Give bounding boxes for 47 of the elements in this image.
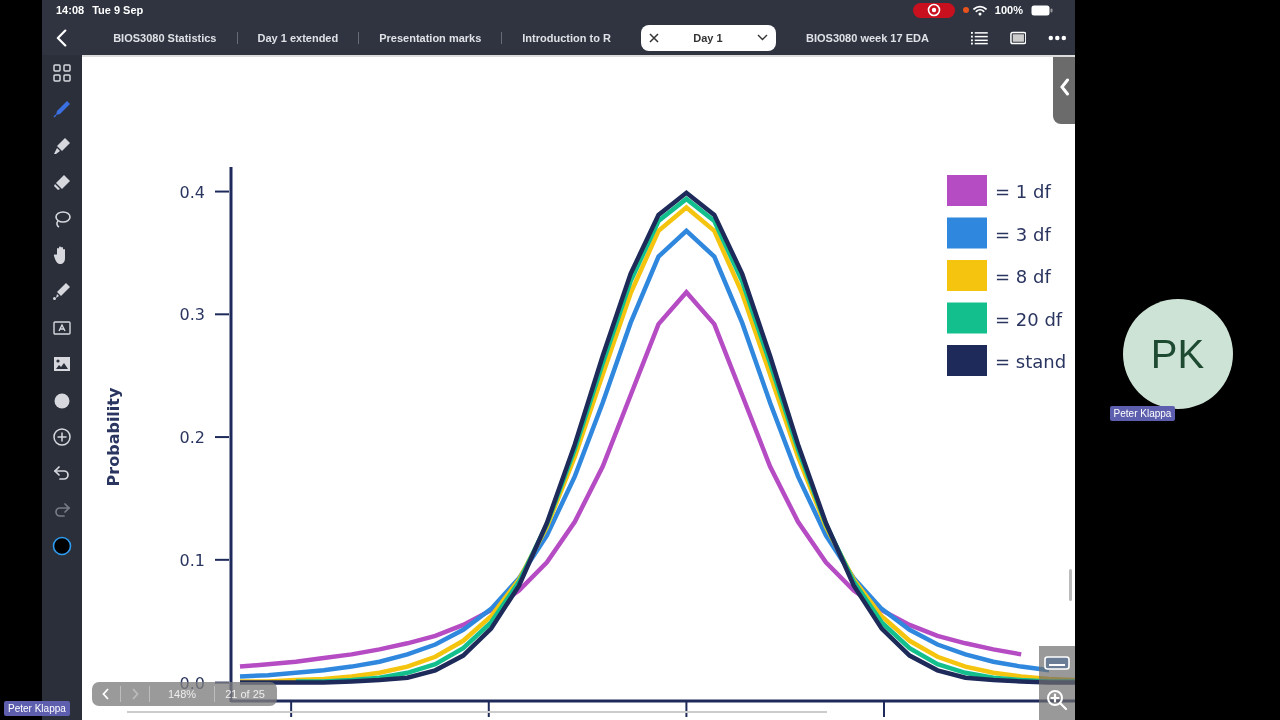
color-tool-icon[interactable] [52, 536, 72, 557]
keyboard-icon[interactable] [1044, 655, 1070, 670]
status-time: 14:08 [56, 4, 85, 16]
grid-tool-icon[interactable] [52, 63, 72, 83]
pen-tool-icon[interactable] [52, 99, 72, 120]
y-tick-label: 0.2 [179, 428, 205, 448]
lasso-tool-icon[interactable] [52, 208, 72, 229]
list-icon[interactable] [970, 30, 988, 45]
back-icon[interactable] [56, 28, 68, 47]
add-tool-icon[interactable] [52, 426, 72, 447]
battery-icon [1031, 4, 1053, 16]
y-tick-label: 0.4 [179, 182, 205, 202]
page-view-icon[interactable] [1009, 30, 1027, 45]
highlighter-tool-icon[interactable] [52, 135, 72, 156]
y-axis-label: Probability [104, 387, 123, 487]
participant-name-tag: Peter Klappa [1109, 406, 1176, 421]
legend-label: = 8 df [995, 266, 1051, 287]
side-panel-handle[interactable] [1053, 57, 1075, 124]
zoom-in-icon[interactable] [1046, 688, 1068, 711]
eraser-tool-icon[interactable] [52, 172, 72, 193]
document-tab[interactable]: BIOS3080 Statistics [93, 31, 238, 44]
recording-indicator[interactable] [912, 2, 955, 18]
chevron-left-icon[interactable] [1059, 77, 1069, 96]
legend-label: = 20 df [995, 308, 1063, 330]
legend-label: = 1 df [995, 181, 1051, 202]
y-tick-label: 0.3 [179, 305, 205, 325]
previous-page-icon[interactable] [102, 688, 110, 700]
participant-avatar: PK [1122, 299, 1233, 409]
legend-label: = stand [995, 351, 1067, 372]
document-tab[interactable]: Presentation marks [359, 31, 503, 44]
close-icon[interactable] [648, 32, 659, 43]
laser-tool-icon[interactable] [52, 281, 72, 302]
document-tab[interactable]: Day 1 extended [237, 31, 360, 44]
document-tab[interactable]: Introduction to R [502, 31, 631, 44]
y-tick-label: 0.1 [179, 550, 205, 570]
document-tab[interactable]: Day 1 [640, 24, 776, 51]
legend-label: = 3 df [995, 223, 1051, 245]
chevron-down-icon[interactable] [757, 34, 768, 41]
participant-name-tag: Peter Klappa [4, 701, 70, 716]
more-icon[interactable] [1048, 34, 1067, 41]
page-counter: 21 of 25 [225, 688, 265, 700]
document-tab[interactable]: BIOS3080 week 17 EDA [786, 31, 949, 44]
scroll-bar[interactable] [1069, 569, 1072, 601]
status-date: Tue 9 Sep [92, 4, 144, 16]
battery-percent: 100% [994, 4, 1023, 16]
wifi-icon [972, 4, 987, 16]
microphone-dot-icon [962, 7, 969, 13]
